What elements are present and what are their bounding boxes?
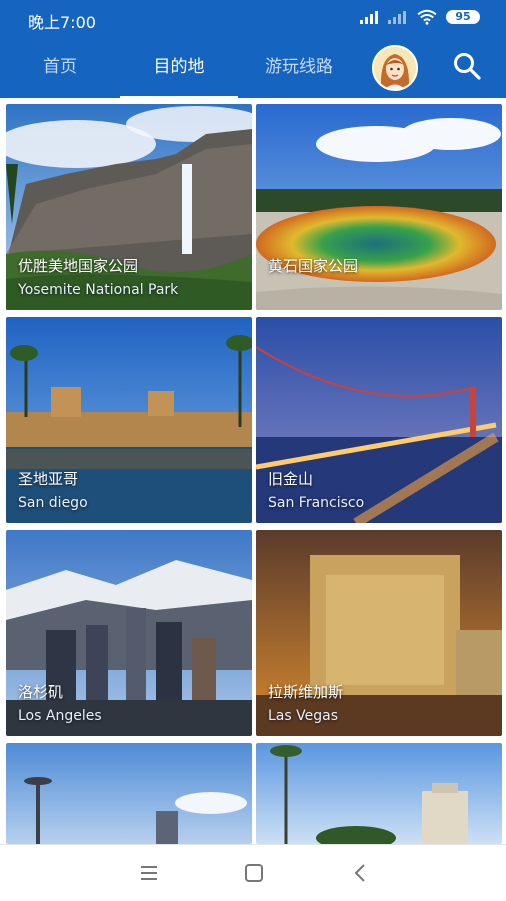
yosemite-image bbox=[6, 104, 252, 310]
destination-name-cn: 圣地亚哥 bbox=[18, 470, 79, 488]
destination-card-los-angeles[interactable]: 洛杉矶 Los Angeles bbox=[6, 530, 252, 736]
status-icons: 95 bbox=[360, 9, 480, 25]
battery-indicator: 95 bbox=[446, 10, 480, 24]
destination-card-seattle[interactable] bbox=[6, 743, 252, 844]
destination-card-las-vegas[interactable]: 拉斯维加斯 Las Vegas bbox=[256, 530, 502, 736]
destination-name-cn: 黄石国家公园 bbox=[268, 257, 359, 275]
yellowstone-image bbox=[256, 104, 502, 310]
avatar[interactable] bbox=[372, 45, 418, 91]
search-icon[interactable] bbox=[451, 50, 483, 82]
las-vegas-image bbox=[256, 530, 502, 736]
san-francisco-image bbox=[256, 317, 502, 523]
los-angeles-image bbox=[6, 530, 252, 736]
tab-home[interactable]: 首页 bbox=[0, 36, 120, 98]
destination-name-cn: 拉斯维加斯 bbox=[268, 683, 344, 701]
castle-image bbox=[256, 743, 502, 844]
san-diego-image bbox=[6, 317, 252, 523]
destination-name-en: Las Vegas bbox=[268, 708, 338, 724]
menu-icon[interactable] bbox=[135, 859, 163, 887]
tab-destinations[interactable]: 目的地 bbox=[120, 36, 238, 98]
tab-routes[interactable]: 游玩线路 bbox=[238, 36, 360, 98]
active-tab-indicator bbox=[120, 96, 238, 99]
status-bar: 晚上7:00 95 bbox=[0, 0, 506, 36]
destination-card-san-francisco[interactable]: 旧金山 San Francisco bbox=[256, 317, 502, 523]
signal-icon bbox=[360, 11, 378, 24]
destination-name-en: Los Angeles bbox=[18, 708, 102, 724]
destination-name-cn: 优胜美地国家公园 bbox=[18, 257, 139, 275]
system-nav-bar bbox=[0, 844, 506, 901]
destination-grid: 优胜美地国家公园 Yosemite National Park 黄石国家公园 圣… bbox=[0, 100, 506, 844]
seattle-image bbox=[6, 743, 252, 844]
status-time: 晚上7:00 bbox=[28, 13, 96, 32]
destination-card-castle[interactable] bbox=[256, 743, 502, 844]
destination-name-en: San Francisco bbox=[268, 495, 365, 511]
back-icon[interactable] bbox=[346, 859, 374, 887]
destination-card-yosemite[interactable]: 优胜美地国家公园 Yosemite National Park bbox=[6, 104, 252, 310]
signal-icon-2 bbox=[388, 11, 406, 24]
destination-name-cn: 洛杉矶 bbox=[18, 683, 64, 701]
destination-card-yellowstone[interactable]: 黄石国家公园 bbox=[256, 104, 502, 310]
wifi-icon bbox=[417, 9, 437, 25]
destination-name-en: Yosemite National Park bbox=[18, 282, 179, 298]
app-bar: 首页 目的地 游玩线路 bbox=[0, 36, 506, 98]
destination-name-en: San diego bbox=[18, 495, 88, 511]
avatar-icon bbox=[374, 47, 416, 89]
destination-card-san-diego[interactable]: 圣地亚哥 San diego bbox=[6, 317, 252, 523]
destination-name-cn: 旧金山 bbox=[268, 470, 314, 488]
home-square-icon[interactable] bbox=[240, 859, 268, 887]
